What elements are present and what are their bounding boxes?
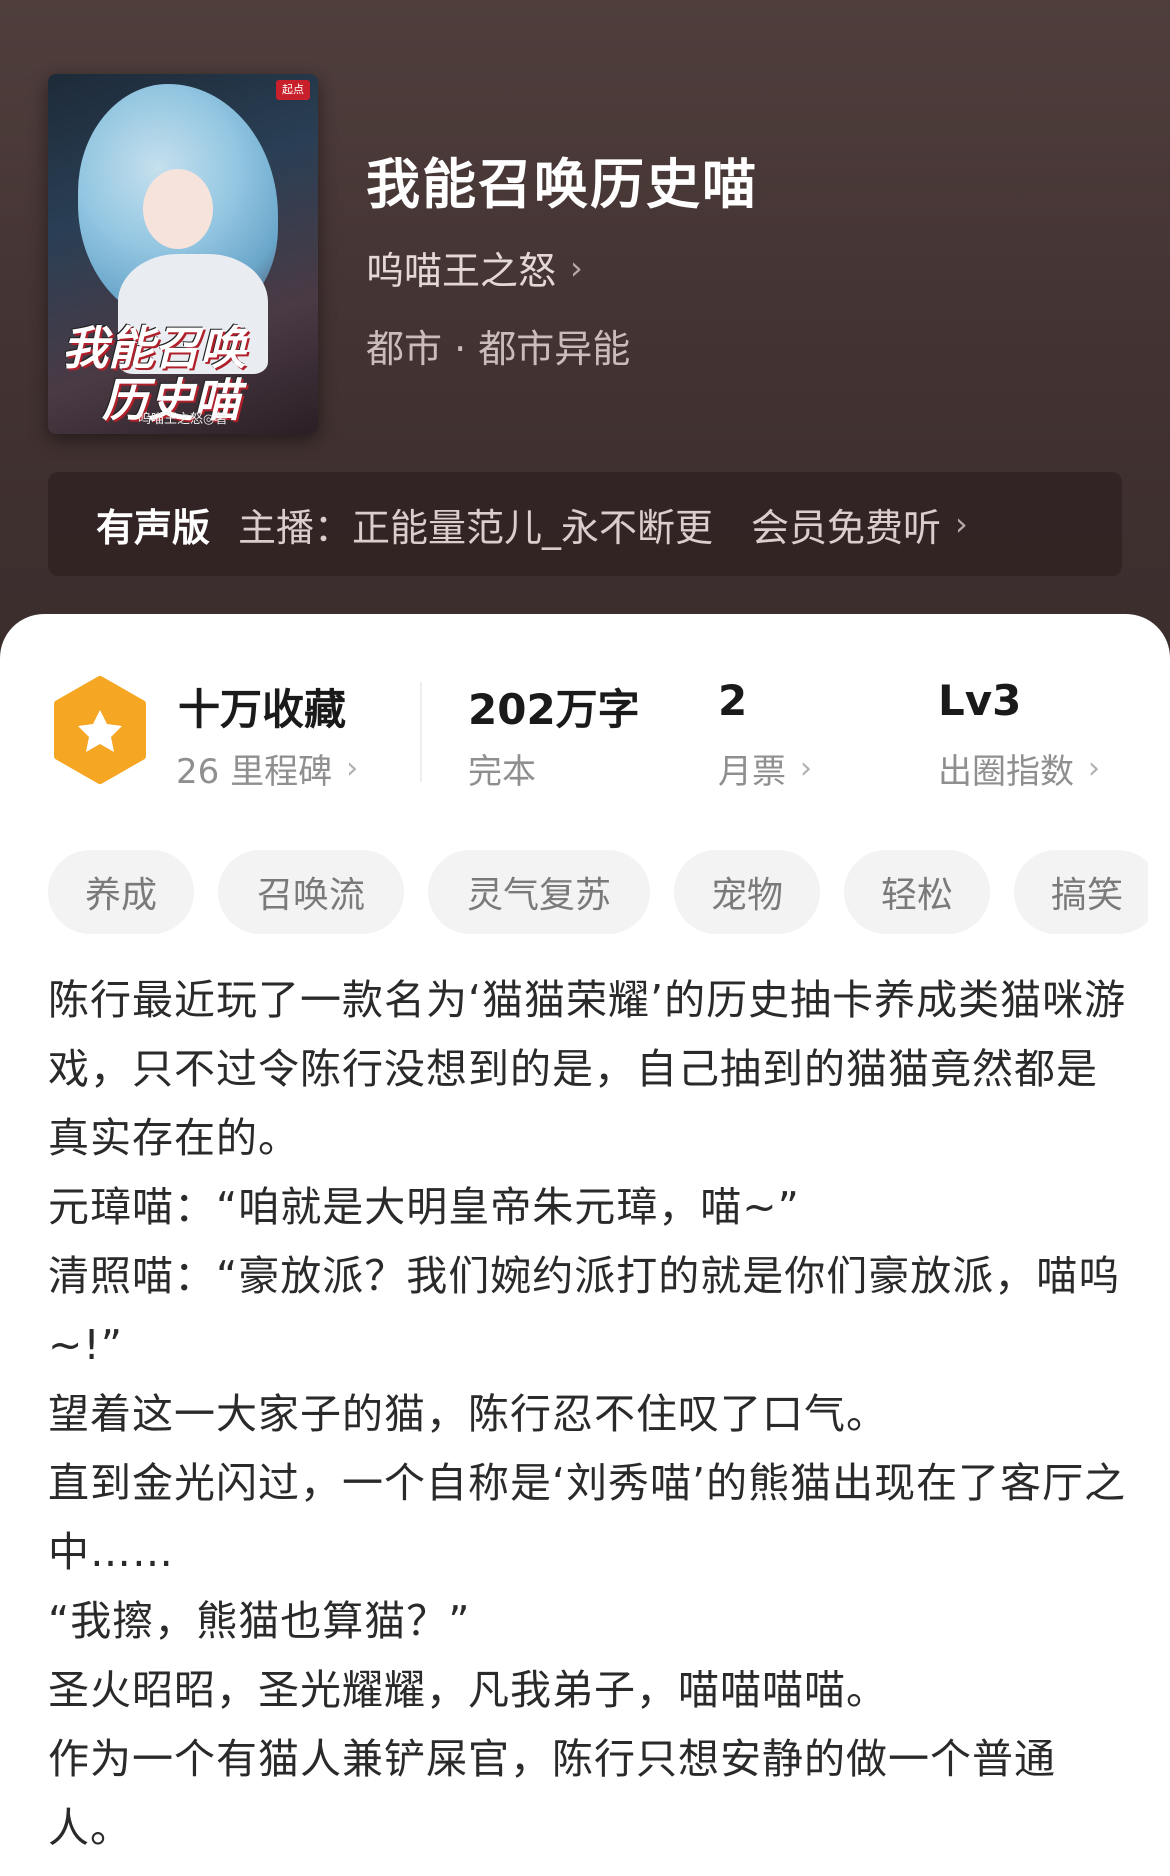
- chevron-right-icon: ›: [955, 505, 968, 543]
- completion-status: 完本: [468, 744, 536, 793]
- popularity-index-label: 出圈指数: [938, 752, 1074, 792]
- chevron-right-icon: ›: [1088, 751, 1100, 786]
- completion-label: 完本: [468, 752, 536, 792]
- synopsis-paragraph: 陈行最近玩了一款名为‘猫猫荣耀’的历史抽卡养成类猫咪游戏，只不过令陈行没想到的是…: [48, 976, 1127, 1162]
- book-title: 我能召唤历史喵: [366, 153, 758, 216]
- chevron-right-icon: ›: [570, 248, 583, 287]
- tag-chip[interactable]: 召唤流: [218, 850, 404, 934]
- word-count: 202万字: [468, 685, 640, 734]
- milestone-link[interactable]: 26 里程碑 ›: [176, 744, 358, 793]
- popularity-index-link[interactable]: 出圈指数 ›: [938, 744, 1100, 793]
- tag-list: 养成 召唤流 灵气复苏 宠物 轻松 搞笑: [48, 850, 1148, 934]
- book-header: 起点 我能召唤 历史喵 呜喵王之怒◎著 我能召唤历史喵 呜喵王之怒 › 都市 ·…: [0, 0, 1170, 660]
- synopsis-paragraph: 元璋喵：“咱就是大明皇帝朱元璋，喵~”: [48, 1183, 800, 1231]
- milestone-label: 26 里程碑: [176, 752, 333, 792]
- member-free-listen: 会员免费听: [751, 505, 942, 550]
- audiobook-host: 主播：正能量范儿_永不断更: [238, 505, 714, 550]
- author-link[interactable]: 呜喵王之怒 ›: [366, 240, 583, 295]
- book-cover-image[interactable]: 起点 我能召唤 历史喵 呜喵王之怒◎著: [48, 74, 318, 434]
- tag-chip[interactable]: 搞笑: [1014, 850, 1148, 934]
- synopsis-paragraph: 直到金光闪过，一个自称是‘刘秀喵’的熊猫出现在了客厅之中……: [48, 1459, 1127, 1576]
- chevron-right-icon: ›: [346, 751, 359, 786]
- tag-chip[interactable]: 养成: [48, 850, 194, 934]
- cover-author: 呜喵王之怒◎著: [138, 412, 228, 427]
- tag-chip[interactable]: 灵气复苏: [428, 850, 650, 934]
- author-name: 呜喵王之怒: [366, 249, 557, 293]
- tag-chip[interactable]: 宠物: [674, 850, 820, 934]
- stats-divider: [420, 682, 422, 782]
- tag-chip[interactable]: 轻松: [844, 850, 990, 934]
- popularity-level: Lv3: [938, 676, 1022, 725]
- synopsis-paragraph: “我擦，熊猫也算猫？”: [48, 1597, 471, 1645]
- chevron-right-icon: ›: [800, 751, 812, 786]
- cover-character-face: [143, 169, 213, 249]
- synopsis-paragraph: 清照喵：“豪放派？我们婉约派打的就是你们豪放派，喵呜~!”: [48, 1252, 1121, 1369]
- monthly-ticket-label: 月票: [718, 752, 786, 792]
- book-synopsis: 陈行最近玩了一款名为‘猫猫荣耀’的历史抽卡养成类猫咪游戏，只不过令陈行没想到的是…: [48, 966, 1128, 1863]
- audiobook-banner[interactable]: 有声版 主播：正能量范儿_永不断更 会员免费听 ›: [48, 472, 1122, 576]
- monthly-ticket-count: 2: [718, 676, 748, 725]
- audiobook-tag: 有声版: [96, 505, 211, 550]
- synopsis-paragraph: 圣火昭昭，圣光耀耀，凡我弟子，喵喵喵喵。: [48, 1666, 888, 1714]
- synopsis-paragraph: 望着这一大家子的猫，陈行忍不住叹了口气。: [48, 1390, 888, 1438]
- collect-count: 十万收藏: [178, 685, 347, 734]
- publisher-badge-icon: 起点: [276, 80, 310, 100]
- star-badge-icon: [54, 676, 146, 784]
- monthly-ticket-link[interactable]: 月票 ›: [718, 744, 812, 793]
- synopsis-paragraph: 作为一个有猫人兼铲屎官，陈行只想安静的做一个普通人。: [48, 1735, 1056, 1852]
- book-genre: 都市 · 都市异能: [366, 327, 631, 371]
